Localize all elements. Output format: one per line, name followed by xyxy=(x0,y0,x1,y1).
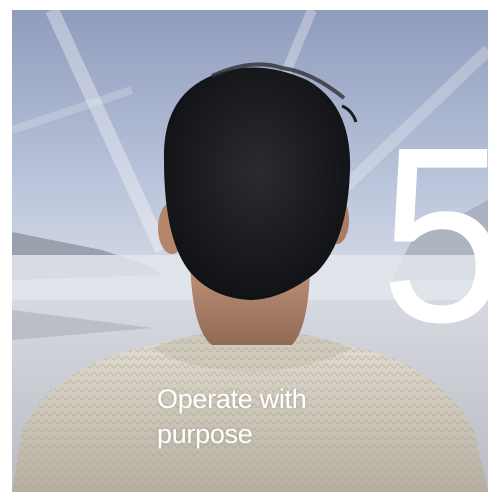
card-number: 5 xyxy=(380,110,488,360)
card-caption: Operate with purpose xyxy=(157,384,307,449)
feature-card[interactable]: 5 Operate with purpose xyxy=(12,10,488,492)
